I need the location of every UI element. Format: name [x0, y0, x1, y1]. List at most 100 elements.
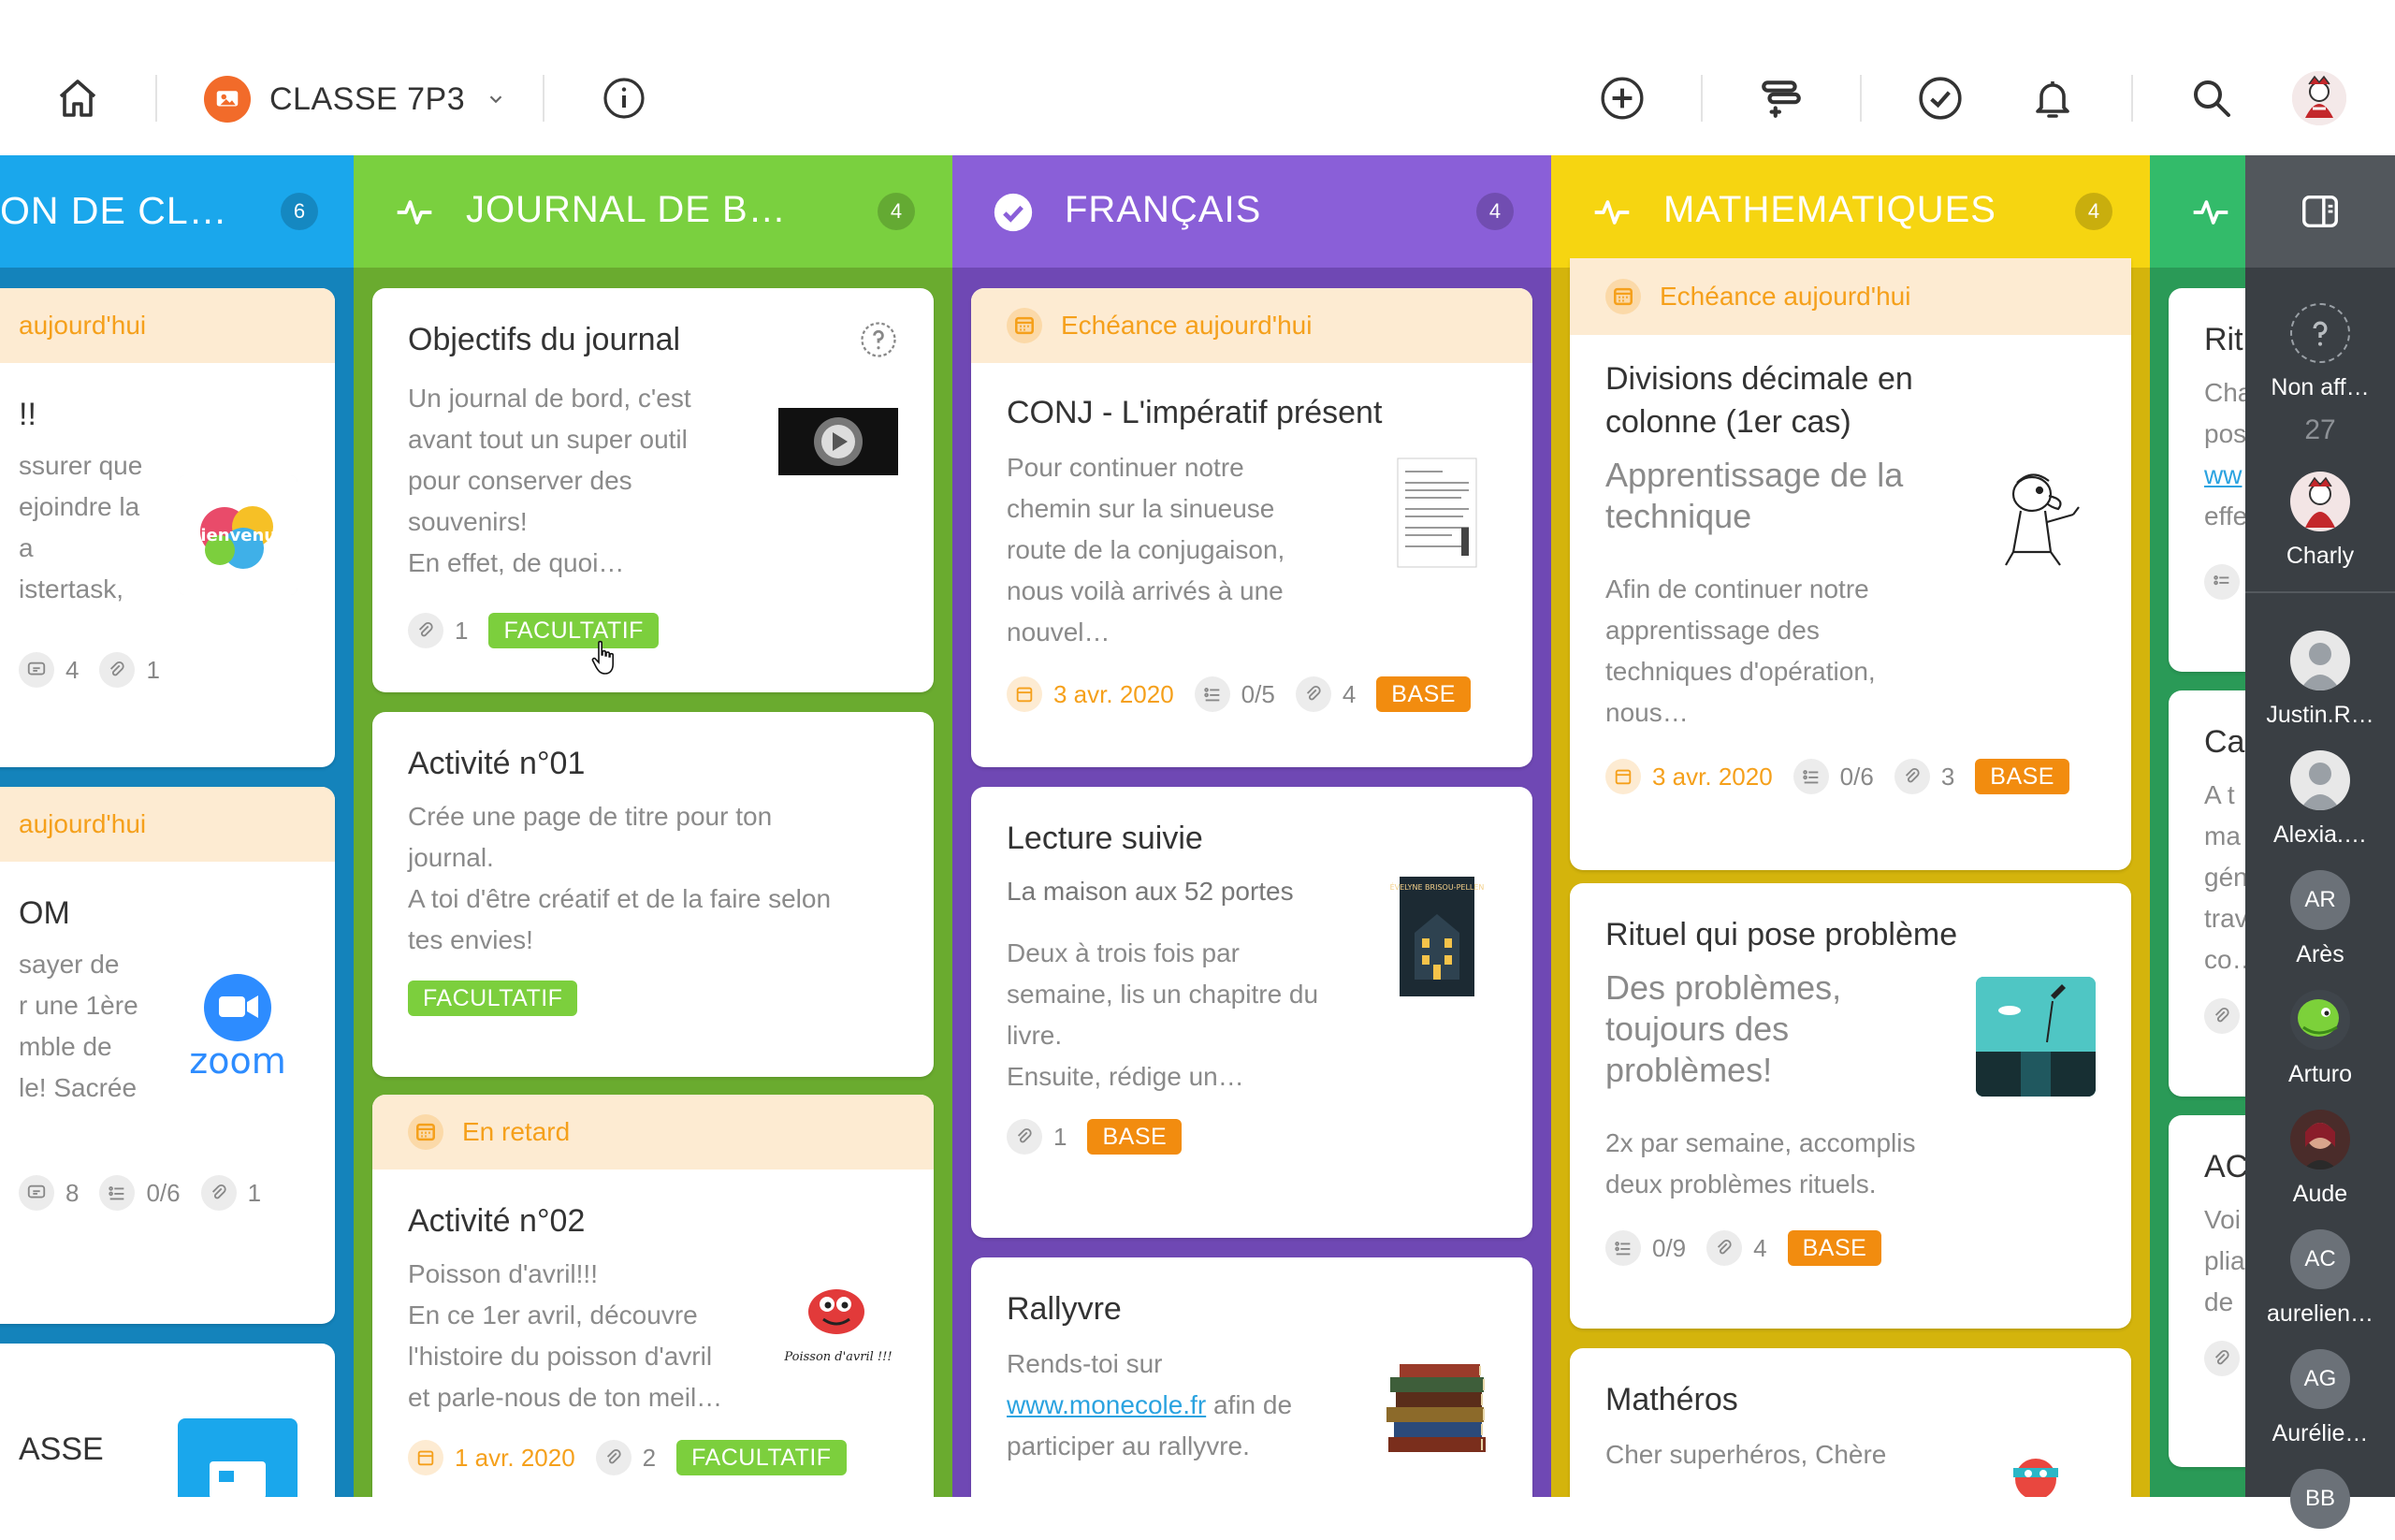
checklist-count: 0/9 [1652, 1233, 1687, 1262]
column-header[interactable]: FRANÇAIS 4 [952, 155, 1551, 268]
info-icon[interactable] [597, 71, 651, 125]
column-count-badge: 6 [281, 193, 318, 230]
task-card[interactable]: Rit Cha pos ww effe [2169, 288, 2245, 672]
task-card[interactable]: Ca A t ma gén trav co… [2169, 690, 2245, 1097]
check-icon[interactable] [1913, 71, 1967, 125]
sidebar-member-charly[interactable]: Charly [2245, 472, 2395, 570]
base-tag[interactable]: BASE [1975, 759, 2069, 794]
attachment-icon [200, 1175, 237, 1211]
task-card[interactable]: ASSE [0, 1344, 335, 1497]
attachment-icon [99, 652, 136, 688]
calendar-icon [408, 1440, 443, 1475]
attachment-count: 4 [1342, 679, 1357, 708]
column-header[interactable]: MATHEMATIQUES 4 [1551, 155, 2150, 268]
card-meta: 4 1 [0, 651, 299, 689]
sidebar-member-aude[interactable]: Aude [2245, 1110, 2395, 1208]
due-label: aujourd'hui [19, 311, 147, 340]
calendar-icon [1007, 676, 1042, 712]
base-tag[interactable]: BASE [1376, 676, 1471, 712]
card-title: Objectifs du journal [408, 322, 681, 357]
column-count-badge: 4 [1476, 193, 1514, 230]
task-card[interactable]: Activité n°01 Crée une page de titre pou… [372, 712, 934, 1077]
monecole-link[interactable]: www.monecole.fr [1007, 1390, 1206, 1419]
card-link[interactable]: ww [2204, 460, 2242, 489]
due-date: 3 avr. 2020 [1053, 679, 1174, 708]
sidebar-member-bb[interactable]: BB [2245, 1469, 2395, 1540]
optional-tag[interactable]: FACULTATIF [488, 613, 659, 648]
column-header[interactable]: JOURNAL DE B… 4 [354, 155, 952, 268]
sort-icon[interactable] [1754, 71, 1808, 125]
card-description: Crée une page de titre pour ton journal.… [408, 802, 832, 954]
card-description: Cha pos [2204, 378, 2245, 448]
avatar [2290, 990, 2350, 1050]
card-meta: 1 FACULTATIF [408, 612, 898, 649]
checklist-icon [2204, 564, 2240, 600]
column-count-badge: 4 [878, 193, 915, 230]
card-thumbnail: Poisson d'avril !!! [778, 1259, 898, 1379]
attachment-count: 3 [1940, 762, 1955, 791]
search-icon[interactable] [2185, 71, 2239, 125]
attachment-count: 1 [1053, 1122, 1067, 1151]
sidebar-member-alexia[interactable]: Alexia.… [2245, 750, 2395, 849]
chevron-down-icon [486, 89, 506, 109]
task-card[interactable]: aujourd'hui !! ssurer que ejoindre la a … [0, 288, 335, 767]
member-name: Alexia.… [2272, 821, 2368, 848]
thumb-text: Bienvenue [188, 526, 288, 545]
sidebar-member-aurelie[interactable]: AG Aurélie… [2245, 1349, 2395, 1447]
user-avatar[interactable] [2292, 71, 2346, 125]
column-body: aujourd'hui !! ssurer que ejoindre la a … [0, 268, 354, 1497]
sidebar-member-arturo[interactable]: Arturo [2245, 990, 2395, 1088]
column-body: Objectifs du journal Un journal de bord,… [354, 268, 952, 1497]
sidebar-member-ares[interactable]: AR Arès [2245, 870, 2395, 968]
attachment-count: 1 [455, 616, 469, 645]
task-card[interactable]: aujourd'hui OM sayer de r une 1ère mble … [0, 787, 335, 1324]
sidebar-member-justin[interactable]: Justin.R… [2245, 631, 2395, 729]
column-header[interactable]: ON DE CL… 6 [0, 155, 354, 268]
sidebar-member-aurelien[interactable]: AC aurelien… [2245, 1229, 2395, 1328]
task-card[interactable]: Mathéros Cher superhéros, Chère [1570, 1348, 2131, 1497]
task-card[interactable]: Echéance aujourd'hui Divisions décimale … [1570, 258, 2131, 870]
bell-icon[interactable] [2025, 71, 2080, 125]
task-card[interactable]: Echéance aujourd'hui CONJ - L'impératif … [971, 288, 1532, 767]
task-card[interactable]: Rallyvre Rends-toi sur www.monecole.fr af… [971, 1257, 1532, 1497]
optional-tag[interactable]: FACULTATIF [676, 1440, 847, 1475]
sidebar-unassigned[interactable]: Non aff… 27 [2245, 303, 2395, 446]
class-selector[interactable]: CLASSE 7P3 [204, 73, 506, 125]
base-tag[interactable]: BASE [1087, 1119, 1183, 1155]
base-tag[interactable]: BASE [1787, 1230, 1882, 1266]
add-icon[interactable] [1595, 71, 1649, 125]
card-title: Divisions décimale en colonne (1er cas) [1605, 361, 1913, 440]
column-title: JOURNAL DE B… [466, 189, 787, 230]
task-card[interactable]: Rituel qui pose problème Des problèmes, … [1570, 883, 2131, 1329]
column-count-badge: 4 [2075, 193, 2112, 230]
top-bar: CLASSE 7P3 [0, 0, 2395, 155]
task-card[interactable]: Objectifs du journal Un journal de bord,… [372, 288, 934, 692]
checklist-icon [1793, 759, 1829, 794]
help-icon[interactable] [859, 320, 898, 359]
card-subtitle: Des problèmes, toujours des problèmes! [1605, 968, 1842, 1089]
card-text: effe [2204, 501, 2245, 530]
column-title: ON DE CL… [0, 189, 228, 232]
card-meta: FACULTATIF [408, 980, 898, 1017]
activity-icon [393, 191, 436, 234]
card-thumbnail [778, 382, 898, 501]
member-name: aurelien… [2267, 1300, 2373, 1327]
column-header[interactable] [2150, 155, 2245, 268]
avatar [2290, 631, 2350, 690]
card-title: Ca [2204, 724, 2245, 760]
sidebar-divider [2245, 591, 2395, 593]
task-card[interactable]: AC Voi plia de [2169, 1115, 2245, 1467]
member-name: Aude [2292, 1181, 2348, 1207]
optional-tag[interactable]: FACULTATIF [408, 981, 578, 1016]
task-card[interactable]: En retard Activité n°02 Poisson d'avril!… [372, 1095, 934, 1497]
board: ON DE CL… 6 aujourd'hui !! ssurer que ej… [0, 155, 2245, 1497]
home-icon[interactable] [51, 71, 105, 125]
check-circle-icon [992, 191, 1035, 234]
due-date: 1 avr. 2020 [455, 1443, 575, 1472]
class-name: CLASSE 7P3 [269, 80, 466, 117]
sidebar-toggle-icon[interactable] [2245, 155, 2395, 268]
column-1: ON DE CL… 6 aujourd'hui !! ssurer que ej… [0, 155, 354, 1497]
class-logo-icon [204, 76, 251, 123]
card-description: A t ma gén trav co… [2204, 780, 2245, 974]
task-card[interactable]: Lecture suivie La maison aux 52 portes D… [971, 787, 1532, 1238]
